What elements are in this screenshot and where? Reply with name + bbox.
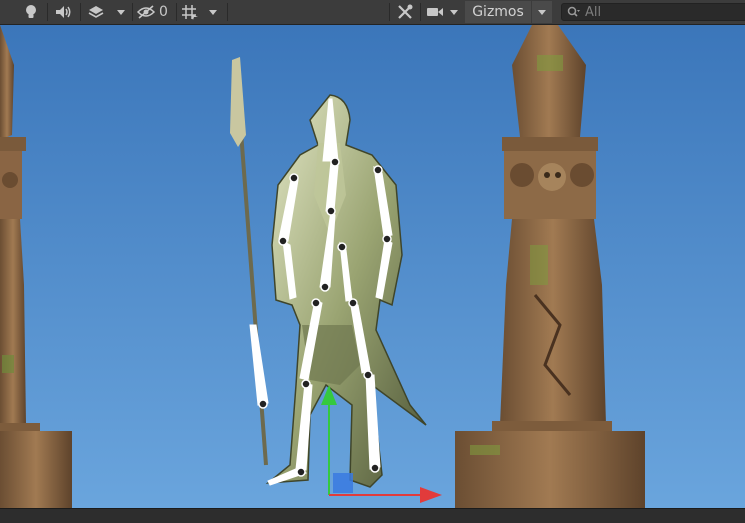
- scene-viewport[interactable]: [0, 25, 745, 508]
- gizmos-dropdown-arrow[interactable]: [532, 1, 552, 23]
- audio-toggle-button[interactable]: [49, 0, 79, 24]
- scene-visibility-button[interactable]: 0: [136, 0, 174, 24]
- grid-snap-button[interactable]: [178, 0, 202, 24]
- search-input[interactable]: [585, 4, 735, 20]
- layers-icon: [88, 6, 104, 18]
- speaker-icon: [56, 6, 71, 18]
- toolbar-separator: [420, 3, 421, 21]
- camera-dropdown-arrow[interactable]: [446, 0, 462, 24]
- scene-view-toolbar: 0 Gizmos: [0, 0, 745, 25]
- toolbar-separator: [389, 3, 390, 21]
- camera-button[interactable]: [424, 0, 446, 24]
- tools-button[interactable]: [392, 0, 418, 24]
- toolbar-separator: [80, 3, 81, 21]
- lighting-toggle-button[interactable]: [16, 0, 46, 24]
- grid-snap-icon: [182, 5, 198, 20]
- camera-icon: [427, 8, 443, 16]
- effects-toggle-button[interactable]: [82, 0, 110, 24]
- effects-dropdown-arrow[interactable]: [112, 0, 130, 24]
- scene-canvas[interactable]: [0, 25, 745, 508]
- wrench-icon: [398, 4, 413, 19]
- gizmos-button[interactable]: Gizmos: [465, 1, 531, 23]
- search-icon: [567, 6, 580, 17]
- toolbar-separator: [227, 3, 228, 21]
- toolbar-separator: [132, 3, 133, 21]
- scene-view-bottom-bar: [0, 508, 745, 523]
- gizmo-plane-handle[interactable]: [333, 473, 353, 493]
- toolbar-separator: [47, 3, 48, 21]
- visibility-count: 0: [159, 4, 168, 20]
- grid-dropdown-arrow[interactable]: [204, 0, 222, 24]
- toolbar-separator: [176, 3, 177, 21]
- lightbulb-icon: [26, 5, 36, 18]
- search-field[interactable]: [561, 3, 745, 21]
- eye-slash-icon: [136, 5, 156, 19]
